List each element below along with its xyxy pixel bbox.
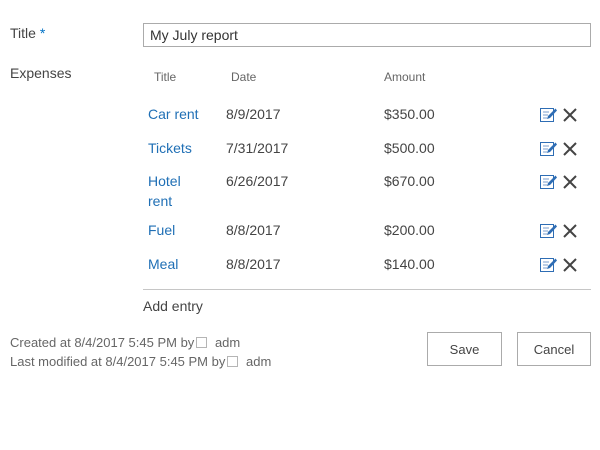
title-label: Title * bbox=[10, 25, 45, 41]
expense-title-link[interactable]: Meal bbox=[148, 254, 223, 274]
expense-date: 8/8/2017 bbox=[226, 222, 281, 238]
expense-title-link[interactable]: Tickets bbox=[148, 138, 223, 158]
expense-amount: $140.00 bbox=[384, 256, 435, 272]
created-info: Created at 8/4/2017 5:45 PM by adm bbox=[10, 335, 240, 350]
expense-date: 8/9/2017 bbox=[226, 106, 281, 122]
column-header-amount: Amount bbox=[384, 70, 426, 84]
edit-icon[interactable] bbox=[539, 106, 557, 124]
edit-icon[interactable] bbox=[539, 173, 557, 191]
expense-date: 8/8/2017 bbox=[226, 256, 281, 272]
expense-date: 7/31/2017 bbox=[226, 140, 289, 156]
expense-title-link[interactable]: Car rent bbox=[148, 104, 223, 124]
cancel-button[interactable]: Cancel bbox=[517, 332, 591, 366]
user-presence-icon bbox=[227, 356, 239, 367]
expense-date: 6/26/2017 bbox=[226, 173, 289, 189]
delete-icon[interactable] bbox=[561, 140, 579, 158]
modified-text: Last modified at 8/4/2017 5:45 PM bbox=[10, 354, 209, 369]
column-header-date: Date bbox=[231, 70, 257, 84]
modified-user[interactable]: adm bbox=[246, 354, 271, 369]
edit-icon[interactable] bbox=[539, 256, 557, 274]
expenses-label: Expenses bbox=[10, 65, 72, 81]
user-presence-icon bbox=[196, 337, 208, 348]
expense-amount: $670.00 bbox=[384, 173, 435, 189]
expense-title-link[interactable]: Fuel bbox=[148, 220, 223, 240]
expense-row: Meal 8/8/2017 $140.00 bbox=[143, 254, 591, 284]
edit-icon[interactable] bbox=[539, 140, 557, 158]
delete-icon[interactable] bbox=[561, 222, 579, 240]
created-user[interactable]: adm bbox=[215, 335, 240, 350]
expense-title-link[interactable]: Hotel rent bbox=[148, 171, 203, 211]
required-marker: * bbox=[39, 25, 46, 41]
edit-icon[interactable] bbox=[539, 222, 557, 240]
expense-row: Hotel rent 6/26/2017 $670.00 bbox=[143, 171, 591, 211]
expenses-divider bbox=[143, 289, 591, 290]
created-by-label: by bbox=[180, 335, 195, 350]
expense-row: Tickets 7/31/2017 $500.00 bbox=[143, 138, 591, 168]
modified-info: Last modified at 8/4/2017 5:45 PM by adm bbox=[10, 354, 271, 369]
expense-row: Fuel 8/8/2017 $200.00 bbox=[143, 220, 591, 250]
expense-amount: $350.00 bbox=[384, 106, 435, 122]
title-label-text: Title bbox=[10, 25, 36, 41]
delete-icon[interactable] bbox=[561, 106, 579, 124]
title-input[interactable] bbox=[143, 23, 591, 47]
column-header-title: Title bbox=[154, 70, 177, 84]
add-entry-link[interactable]: Add entry bbox=[143, 298, 203, 314]
delete-icon[interactable] bbox=[561, 173, 579, 191]
expense-amount: $200.00 bbox=[384, 222, 435, 238]
modified-by-label: by bbox=[211, 354, 226, 369]
save-button[interactable]: Save bbox=[427, 332, 502, 366]
expense-amount: $500.00 bbox=[384, 140, 435, 156]
created-text: Created at 8/4/2017 5:45 PM bbox=[10, 335, 177, 350]
delete-icon[interactable] bbox=[561, 256, 579, 274]
expense-row: Car rent 8/9/2017 $350.00 bbox=[143, 104, 591, 134]
